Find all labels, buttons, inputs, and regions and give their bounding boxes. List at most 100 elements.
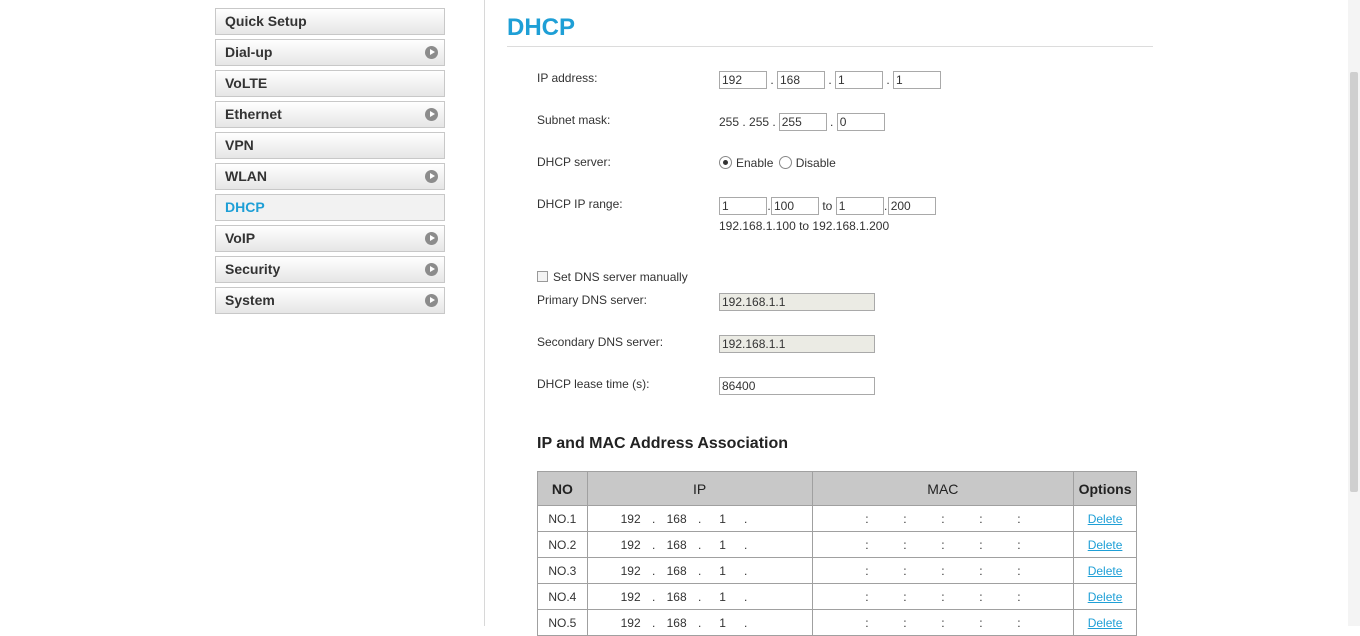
range-to-label: to: [822, 199, 833, 213]
dot-separator: .: [651, 537, 656, 552]
ip-octet-4-input[interactable]: [893, 71, 941, 89]
lease-time-input[interactable]: [719, 377, 875, 395]
dot-separator: .: [743, 615, 748, 630]
ip-octet[interactable]: 1: [707, 538, 739, 552]
lease-time-field: [719, 377, 875, 395]
row-options: Delete: [1073, 609, 1137, 636]
row-options: Delete: [1073, 583, 1137, 610]
sidebar-item-label: DHCP: [225, 199, 265, 215]
ip-octet[interactable]: 1: [707, 616, 739, 630]
sidebar-nav: Quick Setup Dial-up VoLTE Ethernet VPN W…: [215, 8, 445, 318]
col-options-header: Options: [1073, 471, 1137, 506]
ip-octet-3-input[interactable]: [835, 71, 883, 89]
ip-octet[interactable]: 192: [615, 564, 647, 578]
dhcp-server-radios: Enable Disable: [719, 155, 836, 170]
scrollbar-thumb[interactable]: [1350, 72, 1358, 492]
subnet-octet-4-input[interactable]: [836, 113, 885, 131]
sidebar-item-volte[interactable]: VoLTE: [215, 70, 445, 97]
ip-octet[interactable]: 1: [707, 512, 739, 526]
expand-arrow-icon: [425, 108, 438, 121]
sidebar-item-label: VoIP: [225, 230, 256, 246]
ip-octet[interactable]: 192: [615, 512, 647, 526]
ip-address-field: ...: [719, 71, 941, 89]
sidebar-item-label: VoLTE: [225, 75, 268, 91]
secondary-dns-input[interactable]: [719, 335, 875, 353]
sidebar-item-quick-setup[interactable]: Quick Setup: [215, 8, 445, 35]
enable-radio[interactable]: [719, 156, 732, 170]
sidebar-item-system[interactable]: System: [215, 287, 445, 314]
sidebar-item-wlan[interactable]: WLAN: [215, 163, 445, 190]
page-scrollbar[interactable]: [1348, 0, 1360, 626]
ip-octet-1-input[interactable]: [719, 71, 767, 89]
dns-manual-label: Set DNS server manually: [553, 270, 688, 284]
row-mac[interactable]: :::::: [811, 609, 1075, 636]
row-no: NO.1: [537, 505, 588, 532]
range-start-octet4-input[interactable]: [771, 197, 819, 215]
row-no: NO.3: [537, 557, 588, 584]
dhcp-range-summary: 192.168.1.100 to 192.168.1.200: [719, 219, 890, 233]
dot-separator: .: [828, 73, 832, 87]
dns-manual-checkbox[interactable]: [537, 271, 548, 282]
sidebar-item-label: Quick Setup: [225, 13, 307, 29]
delete-link[interactable]: Delete: [1088, 512, 1123, 526]
sidebar-item-label: Security: [225, 261, 281, 277]
delete-link[interactable]: Delete: [1088, 538, 1123, 552]
ip-octet[interactable]: 168: [661, 590, 693, 604]
delete-link[interactable]: Delete: [1088, 564, 1123, 578]
row-mac[interactable]: :::::: [811, 531, 1075, 558]
primary-dns-label: Primary DNS server:: [537, 293, 648, 307]
dot-separator: .: [697, 589, 702, 604]
primary-dns-field: [719, 293, 875, 311]
ip-octet[interactable]: 192: [615, 590, 647, 604]
dot-separator: .: [830, 115, 834, 129]
row-options: Delete: [1073, 531, 1137, 558]
ip-address-label: IP address:: [537, 71, 598, 85]
sidebar-item-security[interactable]: Security: [215, 256, 445, 283]
row-mac[interactable]: :::::: [811, 583, 1075, 610]
ip-octet-2-input[interactable]: [777, 71, 825, 89]
ip-octet[interactable]: 168: [661, 616, 693, 630]
row-mac[interactable]: :::::: [811, 557, 1075, 584]
range-end-octet4-input[interactable]: [887, 197, 936, 215]
expand-arrow-icon: [425, 170, 438, 183]
table-row: NO.5 192. 168. 1. ::::: Delete: [537, 609, 1137, 636]
sidebar-item-label: Ethernet: [225, 106, 282, 122]
sidebar-item-ethernet[interactable]: Ethernet: [215, 101, 445, 128]
subnet-octet-3-input[interactable]: [778, 113, 827, 131]
dot-separator: .: [886, 73, 890, 87]
sidebar-item-vpn[interactable]: VPN: [215, 132, 445, 159]
row-options: Delete: [1073, 557, 1137, 584]
ip-octet[interactable]: 192: [615, 616, 647, 630]
disable-radio[interactable]: [778, 156, 792, 170]
row-no: NO.4: [537, 583, 588, 610]
title-divider: [507, 46, 1153, 47]
range-end-octet3-input[interactable]: [835, 197, 884, 215]
dot-separator: .: [743, 589, 748, 604]
sidebar-item-voip[interactable]: VoIP: [215, 225, 445, 252]
sidebar-item-dhcp[interactable]: DHCP: [215, 194, 445, 221]
lease-time-label: DHCP lease time (s):: [537, 377, 650, 391]
dot-separator: .: [697, 563, 702, 578]
range-start-octet3-input[interactable]: [719, 197, 767, 215]
dot-separator: .: [743, 511, 748, 526]
row-ip: 192. 168. 1.: [586, 583, 813, 610]
expand-arrow-icon: [425, 232, 438, 245]
sidebar-item-dial-up[interactable]: Dial-up: [215, 39, 445, 66]
primary-dns-input[interactable]: [719, 293, 875, 311]
delete-link[interactable]: Delete: [1088, 616, 1123, 630]
row-no: NO.2: [537, 531, 588, 558]
sidebar-item-label: Dial-up: [225, 44, 273, 60]
ip-octet[interactable]: 168: [661, 512, 693, 526]
ip-octet[interactable]: 168: [661, 538, 693, 552]
ip-octet[interactable]: 192: [615, 538, 647, 552]
ip-octet[interactable]: 1: [707, 590, 739, 604]
subnet-mask-fixed: 255 . 255 .: [719, 115, 776, 129]
dhcp-range-field: . to .: [719, 197, 936, 215]
ip-octet[interactable]: 168: [661, 564, 693, 578]
ip-octet[interactable]: 1: [707, 564, 739, 578]
delete-link[interactable]: Delete: [1088, 590, 1123, 604]
row-ip: 192. 168. 1.: [586, 531, 813, 558]
row-options: Delete: [1073, 505, 1137, 532]
row-ip: 192. 168. 1.: [586, 609, 813, 636]
row-mac[interactable]: :::::: [811, 505, 1075, 532]
